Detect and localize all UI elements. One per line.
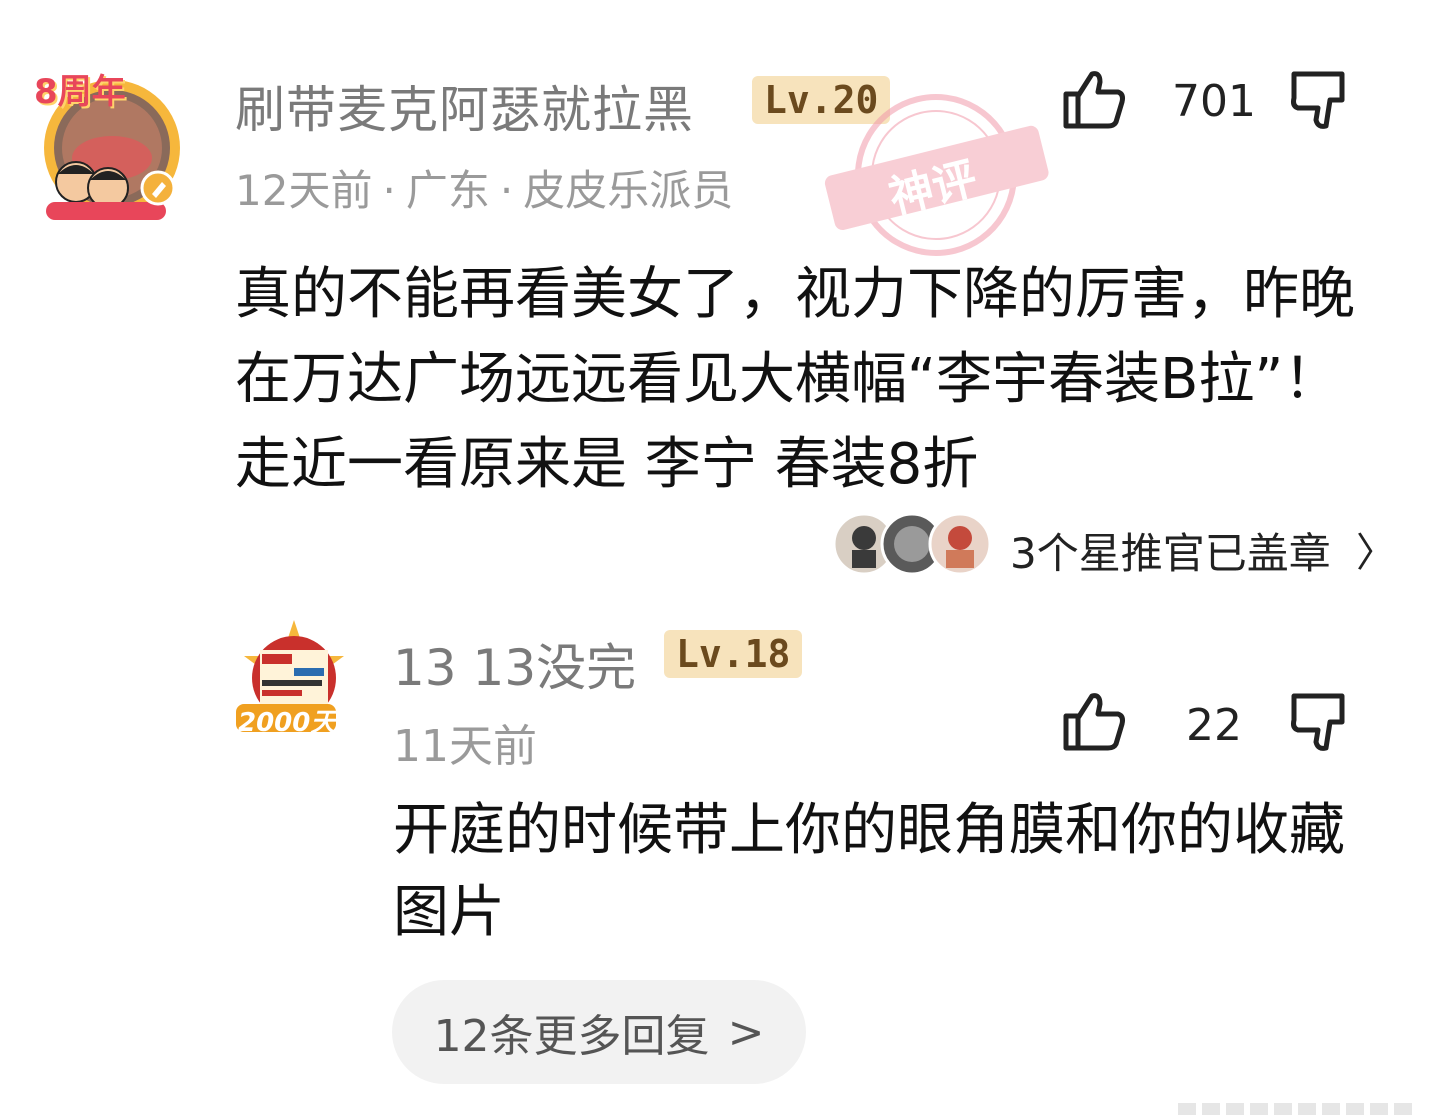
image-strip-indicator [1178, 1100, 1426, 1115]
comment-time: 12天前 [235, 166, 373, 215]
thumbs-up-icon[interactable] [1062, 690, 1126, 754]
chevron-right-icon: > [727, 1006, 765, 1058]
reply-avatar[interactable]: 2000天 [232, 616, 356, 740]
reply-text: 开庭的时候带上你的眼角膜和你的收藏图片 [393, 798, 1345, 945]
comment-meta: 12天前 · 广东 · 皮皮乐派员 [235, 157, 733, 218]
more-replies-label: 12条更多回复 [433, 1011, 710, 1062]
avatar[interactable]: 8周年 [30, 62, 190, 226]
thumbs-down-icon[interactable] [1290, 68, 1354, 132]
meta-separator: · [382, 166, 396, 215]
thumbs-up-icon[interactable] [1062, 68, 1126, 132]
level-badge: Lv.18 [664, 630, 803, 678]
god-comment-stamp: 神评 [818, 90, 1054, 260]
avatar-badge-label: 8周年 [34, 72, 126, 112]
comment-text: 真的不能再看美女了，视力下降的厉害，昨晚在万达广场远远看见大横幅“李宇春装B拉”… [235, 262, 1355, 497]
like-count: 22 [1186, 700, 1242, 751]
meta-separator: · [499, 166, 514, 215]
comment-username[interactable]: 刷带麦克阿瑟就拉黑 [235, 70, 694, 142]
stamper-avatars[interactable] [832, 508, 996, 578]
chevron-right-icon[interactable]: 〉 [1356, 520, 1396, 578]
more-replies-button[interactable]: 12条更多回复 > [392, 980, 806, 1084]
reply-time: 11天前 [393, 721, 537, 772]
comment-role: 皮皮乐派员 [523, 166, 734, 215]
reply-username[interactable]: 13 13没完 [393, 628, 636, 700]
comment-location: 广东 [405, 166, 490, 215]
thumbs-down-icon[interactable] [1290, 690, 1354, 754]
stamp-count-label[interactable]: 3个星推官已盖章 [1010, 520, 1331, 581]
avatar-badge-label: 2000天 [238, 708, 337, 738]
like-count: 701 [1172, 76, 1256, 127]
